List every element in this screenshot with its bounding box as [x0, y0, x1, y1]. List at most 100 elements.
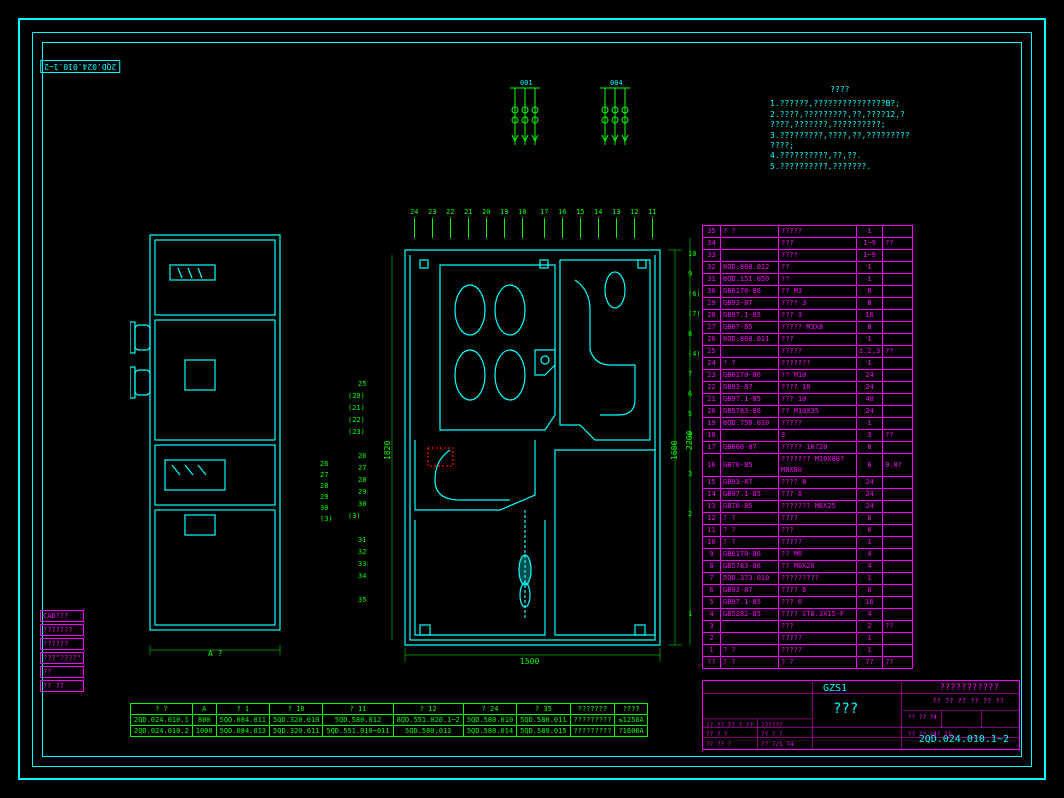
- note-line: ????;: [770, 141, 910, 151]
- callout-number: 29: [320, 493, 328, 501]
- drawing-subtitle: ???: [833, 701, 858, 717]
- bom-row: 198QD.750.010?????1: [703, 418, 913, 430]
- callout-number: (21): [348, 404, 365, 412]
- callout-number: 5: [688, 410, 692, 418]
- note-line: 2.????,?????????,??,????12,?: [770, 110, 910, 120]
- callout-number: 18: [518, 208, 526, 216]
- callout-number: 26: [358, 452, 366, 460]
- callout-number: 2: [688, 510, 692, 518]
- callout-number: 19: [500, 208, 508, 216]
- callout-number: 29: [358, 488, 366, 496]
- bom-row: 17GB860-87????? 10?206: [703, 442, 913, 454]
- bom-row: 6GB93-87???? 68: [703, 585, 913, 597]
- note-line: ????,???????,??????????;: [770, 120, 910, 130]
- bom-table: 35? ??????134???1~9??33????1~9328QD.868.…: [702, 225, 913, 669]
- side-label: ???????: [40, 624, 84, 636]
- side-label: ??????: [40, 638, 84, 650]
- title-block: GZS1 ??????????? ?? ?? ?? ?? ?? ?? ??? 2…: [702, 680, 1020, 750]
- circuit-label-left: 001: [520, 80, 533, 87]
- side-labels: CAD???????????????????"????"???? ??: [40, 610, 84, 694]
- callout-number: 4: [688, 430, 692, 438]
- bom-row: 11? ????6: [703, 525, 913, 537]
- bom-row: 35? ??????1: [703, 226, 913, 238]
- drawing-title: ???????????: [939, 683, 999, 693]
- svg-text:1500: 1500: [520, 657, 539, 666]
- callout-number: 27: [320, 471, 328, 479]
- callout-number: 21: [464, 208, 472, 216]
- bom-row: 2?????1: [703, 633, 913, 645]
- callout-number: 24: [410, 208, 418, 216]
- bom-row: 27GB67-85????? M3X88: [703, 322, 913, 334]
- variant-table: ? ?A? 1? 10? 11? 12? 24? 35???????????2Q…: [130, 703, 648, 737]
- svg-text:1680: 1680: [670, 441, 679, 460]
- callout-number: (23): [348, 428, 365, 436]
- callout-number: 3: [688, 470, 692, 478]
- bom-row: 75QD.373.010?????????1: [703, 573, 913, 585]
- variant-row: 2QD.024.010.18005QD.084.0115QD.320.0105Q…: [131, 715, 648, 726]
- callout-number: 23: [428, 208, 436, 216]
- bom-row: 12? ?????6: [703, 513, 913, 525]
- front-elevation: A ?: [130, 230, 300, 660]
- bom-row: 20GB5783-86?? M10X3524: [703, 406, 913, 418]
- circuit-label-right: 004: [610, 80, 623, 87]
- callout-number: (3): [320, 515, 333, 523]
- callout-number: 20: [482, 208, 490, 216]
- callout-number: 17: [540, 208, 548, 216]
- callout-number: 35: [358, 596, 366, 604]
- bom-row: 23GB6170-86?? M1024: [703, 370, 913, 382]
- callout-number: 31: [358, 536, 366, 544]
- note-line: 5.??????????,???????.: [770, 162, 910, 172]
- note-line: 1.??????,???????????????B?;: [770, 99, 910, 109]
- callout-number: 16: [558, 208, 566, 216]
- callout-number: 9: [688, 270, 692, 278]
- circuit-diagram: 001 004: [490, 80, 650, 150]
- bom-row: 22GB93-87???? 1024: [703, 382, 913, 394]
- bom-row: 1? ??????1: [703, 645, 913, 657]
- callout-number: (3): [348, 512, 361, 520]
- callout-number: (20): [348, 392, 365, 400]
- svg-text:1820: 1820: [383, 441, 392, 460]
- callout-number: (22): [348, 416, 365, 424]
- bom-row: 30GB6170-86?? M38: [703, 286, 913, 298]
- callout-number: 13: [612, 208, 620, 216]
- callout-number: 10: [688, 250, 696, 258]
- callout-number: 25: [358, 380, 366, 388]
- model-number: GZS1: [823, 683, 847, 694]
- callout-number: 32: [358, 548, 366, 556]
- note-line: 4.??????????,??,??.: [770, 151, 910, 161]
- variant-row: 2QD.024.010.210005QD.084.0135QD.320.0115…: [131, 726, 648, 737]
- callout-number: 28: [358, 476, 366, 484]
- callout-number: 33: [358, 560, 366, 568]
- bom-row: 25?????2,2,3??: [703, 346, 913, 358]
- svg-text:A ?: A ?: [208, 649, 223, 658]
- callout-number: 30: [320, 504, 328, 512]
- bom-row: 9GB6170-86?? M64: [703, 549, 913, 561]
- rotation-label: 2QD.024.010.1~2: [40, 60, 120, 73]
- callout-number: 1: [688, 610, 692, 618]
- callout-number: 22: [446, 208, 454, 216]
- callout-number: 12: [630, 208, 638, 216]
- bom-row: 4GB5282-85???? ST6.3X15-F4: [703, 609, 913, 621]
- technical-notes: ???? 1.??????,???????????????B?;2.????,?…: [770, 85, 910, 172]
- variant-header: ? ?A? 1? 10? 11? 12? 24? 35???????????: [131, 704, 648, 715]
- callout-number: 7: [688, 370, 692, 378]
- callout-number: 6: [688, 390, 692, 398]
- bom-row: 268QD.868.011???1: [703, 334, 913, 346]
- callout-number: 27: [358, 464, 366, 472]
- callout-number: 28: [320, 482, 328, 490]
- callout-number: 8: [688, 330, 692, 338]
- bom-row: 28GB97.1-85??? 316: [703, 310, 913, 322]
- callout-number: 11: [648, 208, 656, 216]
- callout-number: 34: [358, 572, 366, 580]
- bom-row: 10? ??????1: [703, 537, 913, 549]
- bom-row: 21GB97.1-85??? 1048: [703, 394, 913, 406]
- side-label: ?? ??: [40, 680, 84, 692]
- side-label: ???"????": [40, 652, 84, 664]
- bom-row: 24? ????????1: [703, 358, 913, 370]
- bom-row: 318QD.151.050??1: [703, 274, 913, 286]
- callout-number: 15: [576, 208, 584, 216]
- bom-header: ??? ?? ?????: [703, 657, 913, 669]
- bom-row: 13GB70-85??????? M8X2524: [703, 501, 913, 513]
- note-line: 3.?????????,????,??,?????????: [770, 131, 910, 141]
- bom-row: 3???2??: [703, 621, 913, 633]
